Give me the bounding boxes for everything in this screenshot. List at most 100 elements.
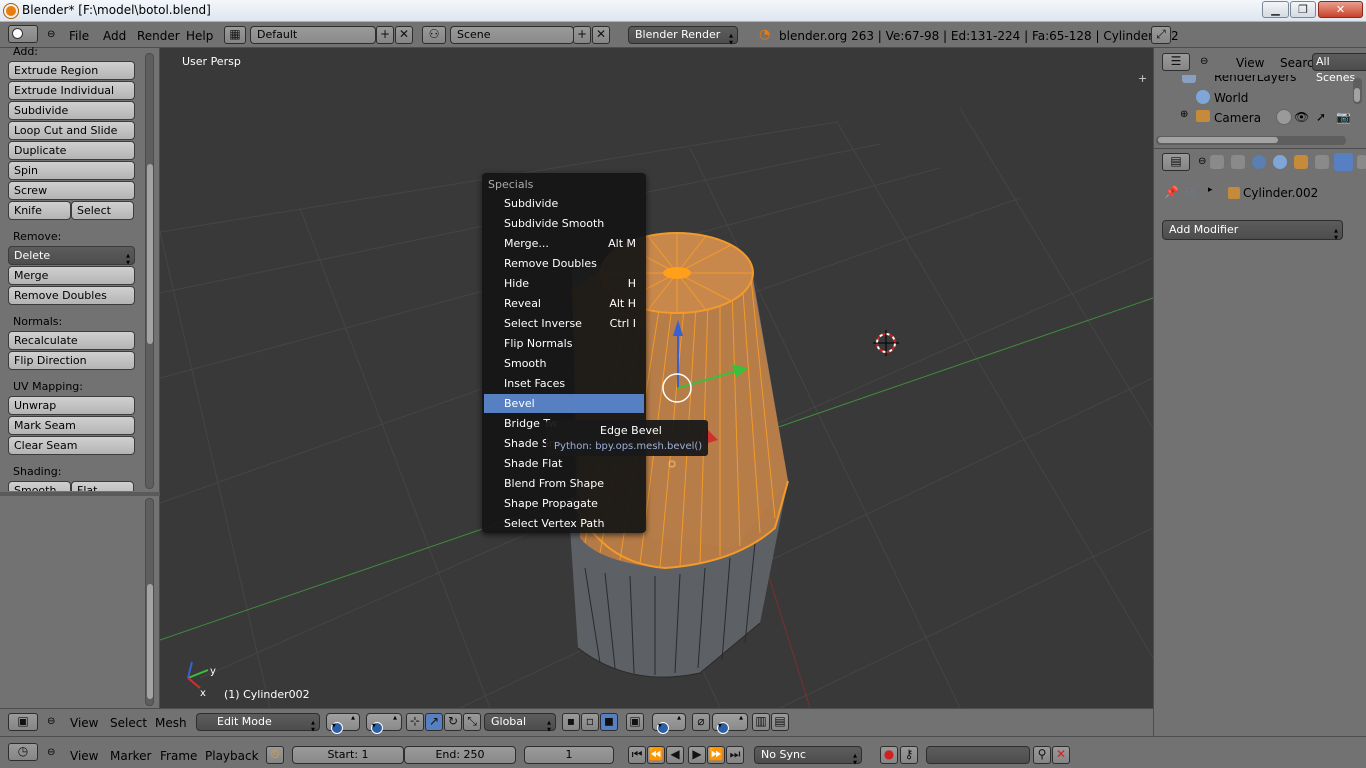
extrude-region-button[interactable]: Extrude Region — [8, 61, 135, 80]
delete-scene-icon[interactable]: ✕ — [592, 26, 610, 44]
end-frame-field[interactable]: End: 250 — [404, 746, 516, 764]
editor-type-3d-view-icon[interactable]: ▣ — [8, 713, 38, 731]
menu-item-shade-flat[interactable]: Shade Flat — [484, 454, 644, 473]
collapse-menu-icon[interactable]: ⊖ — [47, 747, 55, 758]
outliner-menu-view[interactable]: View — [1236, 56, 1264, 70]
play-reverse-icon[interactable]: ◀ — [666, 746, 684, 764]
mode-select[interactable]: Edit Mode — [196, 713, 320, 738]
pin-icon[interactable]: 📌 — [1164, 185, 1179, 199]
sync-mode-select[interactable]: No Sync — [754, 746, 862, 768]
maximize-button[interactable]: ❐ — [1290, 1, 1316, 18]
menu-item-subdivide[interactable]: Subdivide — [484, 194, 644, 213]
menu-view[interactable]: View — [70, 716, 98, 730]
jump-start-icon[interactable]: ⏮ — [628, 746, 646, 764]
editor-type-timeline-icon[interactable]: ◷ — [8, 743, 38, 761]
viewport-shading-select[interactable] — [326, 713, 360, 734]
outliner-row-world[interactable]: World — [1214, 91, 1248, 105]
translate-manipulator-icon[interactable]: ↗ — [425, 713, 443, 731]
menu-add[interactable]: Add — [103, 29, 126, 43]
menu-render[interactable]: Render — [137, 29, 180, 43]
world-context-icon[interactable] — [1273, 155, 1287, 169]
menu-marker[interactable]: Marker — [110, 749, 151, 763]
proportional-editing-select[interactable] — [652, 713, 686, 734]
visibility-eye-icon[interactable]: 👁 — [1294, 110, 1309, 124]
menu-item-blend-from-shape[interactable]: Blend From Shape — [484, 474, 644, 493]
editor-type-properties-icon[interactable]: ▤ — [1162, 153, 1190, 171]
render-animation-icon[interactable]: ▤ — [771, 713, 789, 731]
object-context-icon[interactable] — [1294, 155, 1308, 169]
menu-item-smooth[interactable]: Smooth — [484, 354, 644, 373]
screen-layout-icon[interactable]: ▦ — [224, 26, 246, 44]
tool-properties-scrollbar[interactable] — [145, 498, 154, 706]
snap-element-select[interactable] — [712, 713, 748, 734]
smooth-shading-button[interactable]: Smooth — [8, 481, 71, 491]
scale-manipulator-icon[interactable]: ⤡ — [463, 713, 481, 731]
collapse-menu-icon[interactable]: ⊖ — [1198, 156, 1206, 167]
menu-frame[interactable]: Frame — [160, 749, 197, 763]
flat-shading-button[interactable]: Flat — [71, 481, 134, 491]
menu-mesh[interactable]: Mesh — [155, 716, 187, 730]
collapse-menu-icon[interactable]: ⊖ — [1200, 56, 1208, 67]
selectability-cursor-icon[interactable]: ➚ — [1316, 110, 1326, 124]
menu-help[interactable]: Help — [186, 29, 213, 43]
editor-type-info-icon[interactable] — [8, 25, 38, 43]
renderability-camera-icon[interactable]: 📷 — [1336, 110, 1351, 124]
menu-select[interactable]: Select — [110, 716, 147, 730]
knife-button[interactable]: Knife — [8, 201, 71, 220]
menu-item-bevel[interactable]: Bevel — [484, 394, 644, 413]
add-layout-icon[interactable]: + — [376, 26, 394, 44]
knife-select-button[interactable]: Select — [71, 201, 134, 220]
menu-item-flip-normals[interactable]: Flip Normals — [484, 334, 644, 353]
delete-keyframe-icon[interactable]: ✕ — [1052, 746, 1070, 764]
remove-doubles-button[interactable]: Remove Doubles — [8, 286, 135, 305]
scene-icon[interactable]: ⚇ — [422, 26, 446, 44]
spin-button[interactable]: Spin — [8, 161, 135, 180]
jump-end-icon[interactable]: ⏭ — [726, 746, 744, 764]
menu-item-hide[interactable]: Hide H — [484, 274, 644, 293]
editor-type-outliner-icon[interactable]: ☰ — [1162, 53, 1190, 71]
data-context-icon[interactable] — [1357, 155, 1366, 169]
snap-toggle-icon[interactable]: ⌀ — [692, 713, 710, 731]
manipulator-toggle-icon[interactable]: ⊹ — [406, 713, 424, 731]
insert-keyframe-icon[interactable]: ⚲ — [1033, 746, 1051, 764]
pivot-point-select[interactable] — [366, 713, 402, 734]
face-select-mode-icon[interactable]: ◼ — [600, 713, 618, 731]
recalculate-button[interactable]: Recalculate — [8, 331, 135, 350]
jump-keyframe-back-icon[interactable]: ⏪ — [647, 746, 665, 764]
add-scene-icon[interactable]: + — [573, 26, 591, 44]
unwrap-button[interactable]: Unwrap — [8, 396, 135, 415]
transform-orientation-select[interactable]: Global — [484, 713, 556, 738]
record-icon[interactable]: ● — [880, 746, 898, 764]
vertex-select-mode-icon[interactable]: ▪ — [562, 713, 580, 731]
outliner-vertical-scrollbar[interactable] — [1353, 78, 1362, 104]
preview-range-icon[interactable]: ⏲ — [266, 746, 284, 764]
outliner-display-filter[interactable]: All Scenes — [1312, 53, 1366, 84]
menu-item-shape-propagate[interactable]: Shape Propagate — [484, 494, 644, 513]
duplicate-button[interactable]: Duplicate — [8, 141, 135, 160]
mark-seam-button[interactable]: Mark Seam — [8, 416, 135, 435]
keying-set-field[interactable] — [926, 746, 1030, 764]
menu-file[interactable]: File — [69, 29, 89, 43]
collapse-menu-icon[interactable]: ⊖ — [47, 29, 55, 40]
outliner-row-renderlayers[interactable]: RenderLayers — [1214, 75, 1296, 84]
tool-shelf-scrollbar[interactable] — [145, 53, 154, 489]
menu-item-select-inverse[interactable]: Select Inverse Ctrl I — [484, 314, 644, 333]
merge-button[interactable]: Merge — [8, 266, 135, 285]
modifiers-wrench-icon[interactable] — [1334, 153, 1353, 171]
extrude-individual-button[interactable]: Extrude Individual — [8, 81, 135, 100]
expand-camera-icon[interactable]: ⊕ — [1180, 109, 1188, 120]
keying-icon[interactable]: ⚷ — [900, 746, 918, 764]
screw-button[interactable]: Screw — [8, 181, 135, 200]
menu-item-reveal[interactable]: Reveal Alt H — [484, 294, 644, 313]
rotate-manipulator-icon[interactable]: ↻ — [444, 713, 462, 731]
menu-item-inset-faces[interactable]: Inset Faces — [484, 374, 644, 393]
region-expand-icon[interactable]: + — [1138, 72, 1147, 85]
render-layers-context-icon[interactable] — [1231, 155, 1245, 169]
close-button[interactable]: ✕ — [1318, 1, 1363, 18]
menu-playback[interactable]: Playback — [205, 749, 259, 763]
start-frame-field[interactable]: Start: 1 — [292, 746, 404, 764]
scene-field[interactable]: Scene — [450, 26, 574, 44]
menu-item-subdivide-smooth[interactable]: Subdivide Smooth — [484, 214, 644, 233]
outliner-row-camera[interactable]: Camera — [1214, 111, 1261, 125]
menu-view[interactable]: View — [70, 749, 98, 763]
